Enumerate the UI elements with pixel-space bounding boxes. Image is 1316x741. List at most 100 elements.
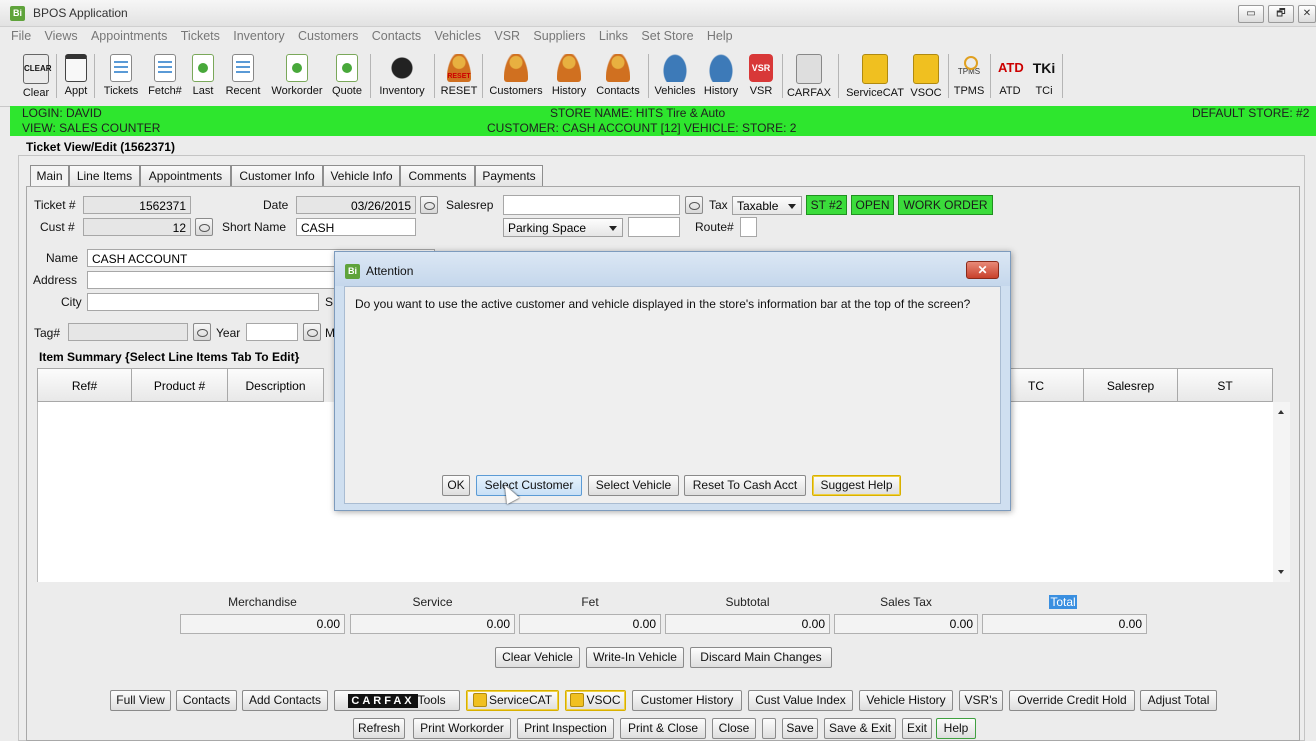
contacts-button[interactable]: Contacts (176, 690, 237, 711)
date-field[interactable]: 03/26/2015 (296, 196, 416, 214)
suggest-help-button[interactable]: Suggest Help (812, 475, 901, 496)
reset-to-cash-acct-button[interactable]: Reset To Cash Acct (684, 475, 806, 496)
menu-inventory[interactable]: Inventory (228, 27, 289, 45)
toolbar-servicecat-button[interactable]: ServiceCAT (844, 52, 906, 99)
toolbar-carfax-button[interactable]: CARFAX (786, 52, 832, 99)
city-field[interactable] (87, 293, 319, 311)
column-st[interactable]: ST (1177, 368, 1273, 402)
tax-select[interactable]: Taxable (732, 196, 802, 215)
column-ref[interactable]: Ref# (37, 368, 132, 402)
tab-customer-info[interactable]: Customer Info (231, 165, 323, 186)
toolbar-tpms-button[interactable]: TPMS TPMS (952, 52, 986, 97)
menu-appointments[interactable]: Appointments (86, 27, 172, 45)
minimize-button[interactable]: ▭ (1238, 5, 1264, 23)
salesrep-field[interactable] (503, 195, 680, 215)
menu-tickets[interactable]: Tickets (176, 27, 225, 45)
route-field[interactable] (740, 217, 757, 237)
save-exit-button[interactable]: Save & Exit (824, 718, 896, 739)
select-vehicle-button[interactable]: Select Vehicle (588, 475, 679, 496)
parking-extra-field[interactable] (628, 217, 680, 237)
toolbar-customers-button[interactable]: Customers (488, 52, 544, 97)
menu-views[interactable]: Views (40, 27, 83, 45)
window-close-button[interactable]: ✕ (1298, 5, 1316, 23)
toolbar-tickets-button[interactable]: Tickets (100, 52, 142, 97)
toolbar-appt-button[interactable]: Appt (62, 52, 90, 97)
toolbar-tci-button[interactable]: TKi TCi (1030, 52, 1058, 97)
customer-history-button[interactable]: Customer History (632, 690, 742, 711)
print-close-button[interactable]: Print & Close (620, 718, 706, 739)
toolbar-quote-button[interactable]: Quote (328, 52, 366, 97)
cust-number-field[interactable]: 12 (83, 218, 191, 236)
menu-help[interactable]: Help (702, 27, 738, 45)
column-salesrep[interactable]: Salesrep (1083, 368, 1178, 402)
full-view-button[interactable]: Full View (110, 690, 171, 711)
menu-vehicles[interactable]: Vehicles (429, 27, 486, 45)
carfax-tools-button[interactable]: CARFAX Tools (334, 690, 460, 711)
parking-space-select[interactable]: Parking Space (503, 218, 623, 237)
vsoc-button[interactable]: VSOC (565, 690, 626, 711)
vsrs-button[interactable]: VSR's (959, 690, 1003, 711)
date-lookup-button[interactable] (420, 196, 438, 214)
toolbar-reset-button[interactable]: RESET RESET (440, 52, 478, 97)
tab-payments[interactable]: Payments (475, 165, 543, 186)
tag-lookup-button[interactable] (193, 323, 211, 341)
ticket-number-field[interactable]: 1562371 (83, 196, 191, 214)
tag-field[interactable] (68, 323, 188, 341)
column-description[interactable]: Description (227, 368, 324, 402)
year-field[interactable] (246, 323, 298, 341)
column-product[interactable]: Product # (131, 368, 228, 402)
save-button[interactable]: Save (782, 718, 818, 739)
menu-customers[interactable]: Customers (293, 27, 363, 45)
cust-value-index-button[interactable]: Cust Value Index (748, 690, 853, 711)
close-button[interactable]: Close (712, 718, 756, 739)
clear-vehicle-button[interactable]: Clear Vehicle (495, 647, 580, 668)
toolbar-vehicles-button[interactable]: Vehicles (652, 52, 698, 97)
toolbar-vsr-button[interactable]: VSR VSR (746, 52, 776, 97)
menu-links[interactable]: Links (594, 27, 633, 45)
toolbar-fetch-button[interactable]: Fetch# (144, 52, 186, 97)
add-contacts-button[interactable]: Add Contacts (242, 690, 328, 711)
tab-line-items[interactable]: Line Items (69, 165, 140, 186)
restore-button[interactable]: 🗗 (1268, 5, 1294, 23)
write-in-vehicle-button[interactable]: Write-In Vehicle (586, 647, 684, 668)
adjust-total-button[interactable]: Adjust Total (1140, 690, 1217, 711)
toolbar-contacts-button[interactable]: Contacts (594, 52, 642, 97)
tab-main[interactable]: Main (30, 165, 69, 187)
customer-lookup-button[interactable] (195, 218, 213, 236)
address-field[interactable] (87, 271, 335, 289)
tab-appointments[interactable]: Appointments (140, 165, 231, 186)
toolbar-vehicle-history-button[interactable]: History (700, 52, 742, 97)
menu-suppliers[interactable]: Suppliers (528, 27, 590, 45)
year-lookup-button[interactable] (303, 323, 321, 341)
toolbar-workorder-button[interactable]: Workorder (268, 52, 326, 97)
menu-contacts[interactable]: Contacts (367, 27, 426, 45)
blank-button[interactable] (762, 718, 776, 739)
table-scrollbar[interactable] (1273, 402, 1290, 582)
menu-file[interactable]: File (6, 27, 36, 45)
toolbar-clear-button[interactable]: CLEAR Clear (22, 52, 52, 99)
short-name-field[interactable]: CASH (296, 218, 416, 236)
override-credit-hold-button[interactable]: Override Credit Hold (1009, 690, 1135, 711)
refresh-button[interactable]: Refresh (353, 718, 405, 739)
toolbar-last-button[interactable]: Last (188, 52, 218, 97)
toolbar-vsoc-button[interactable]: VSOC (908, 52, 944, 99)
toolbar-customer-history-button[interactable]: History (548, 52, 590, 97)
servicecat-button[interactable]: ServiceCAT (466, 690, 559, 711)
ok-button[interactable]: OK (442, 475, 470, 496)
select-customer-button[interactable]: Select Customer (476, 475, 582, 496)
toolbar-recent-button[interactable]: Recent (222, 52, 264, 97)
salesrep-lookup-button[interactable] (685, 196, 703, 214)
menu-set-store[interactable]: Set Store (636, 27, 698, 45)
exit-button[interactable]: Exit (902, 718, 932, 739)
toolbar-atd-button[interactable]: ATD ATD (994, 52, 1026, 97)
help-button[interactable]: Help (936, 718, 976, 739)
vehicle-history-button[interactable]: Vehicle History (859, 690, 953, 711)
dialog-close-button[interactable]: ✕ (966, 261, 999, 279)
toolbar-inventory-button[interactable]: Inventory (374, 52, 430, 97)
tab-comments[interactable]: Comments (400, 165, 475, 186)
discard-main-changes-button[interactable]: Discard Main Changes (690, 647, 832, 668)
print-inspection-button[interactable]: Print Inspection (517, 718, 614, 739)
print-workorder-button[interactable]: Print Workorder (413, 718, 511, 739)
menu-vsr[interactable]: VSR (489, 27, 525, 45)
tab-vehicle-info[interactable]: Vehicle Info (323, 165, 400, 186)
